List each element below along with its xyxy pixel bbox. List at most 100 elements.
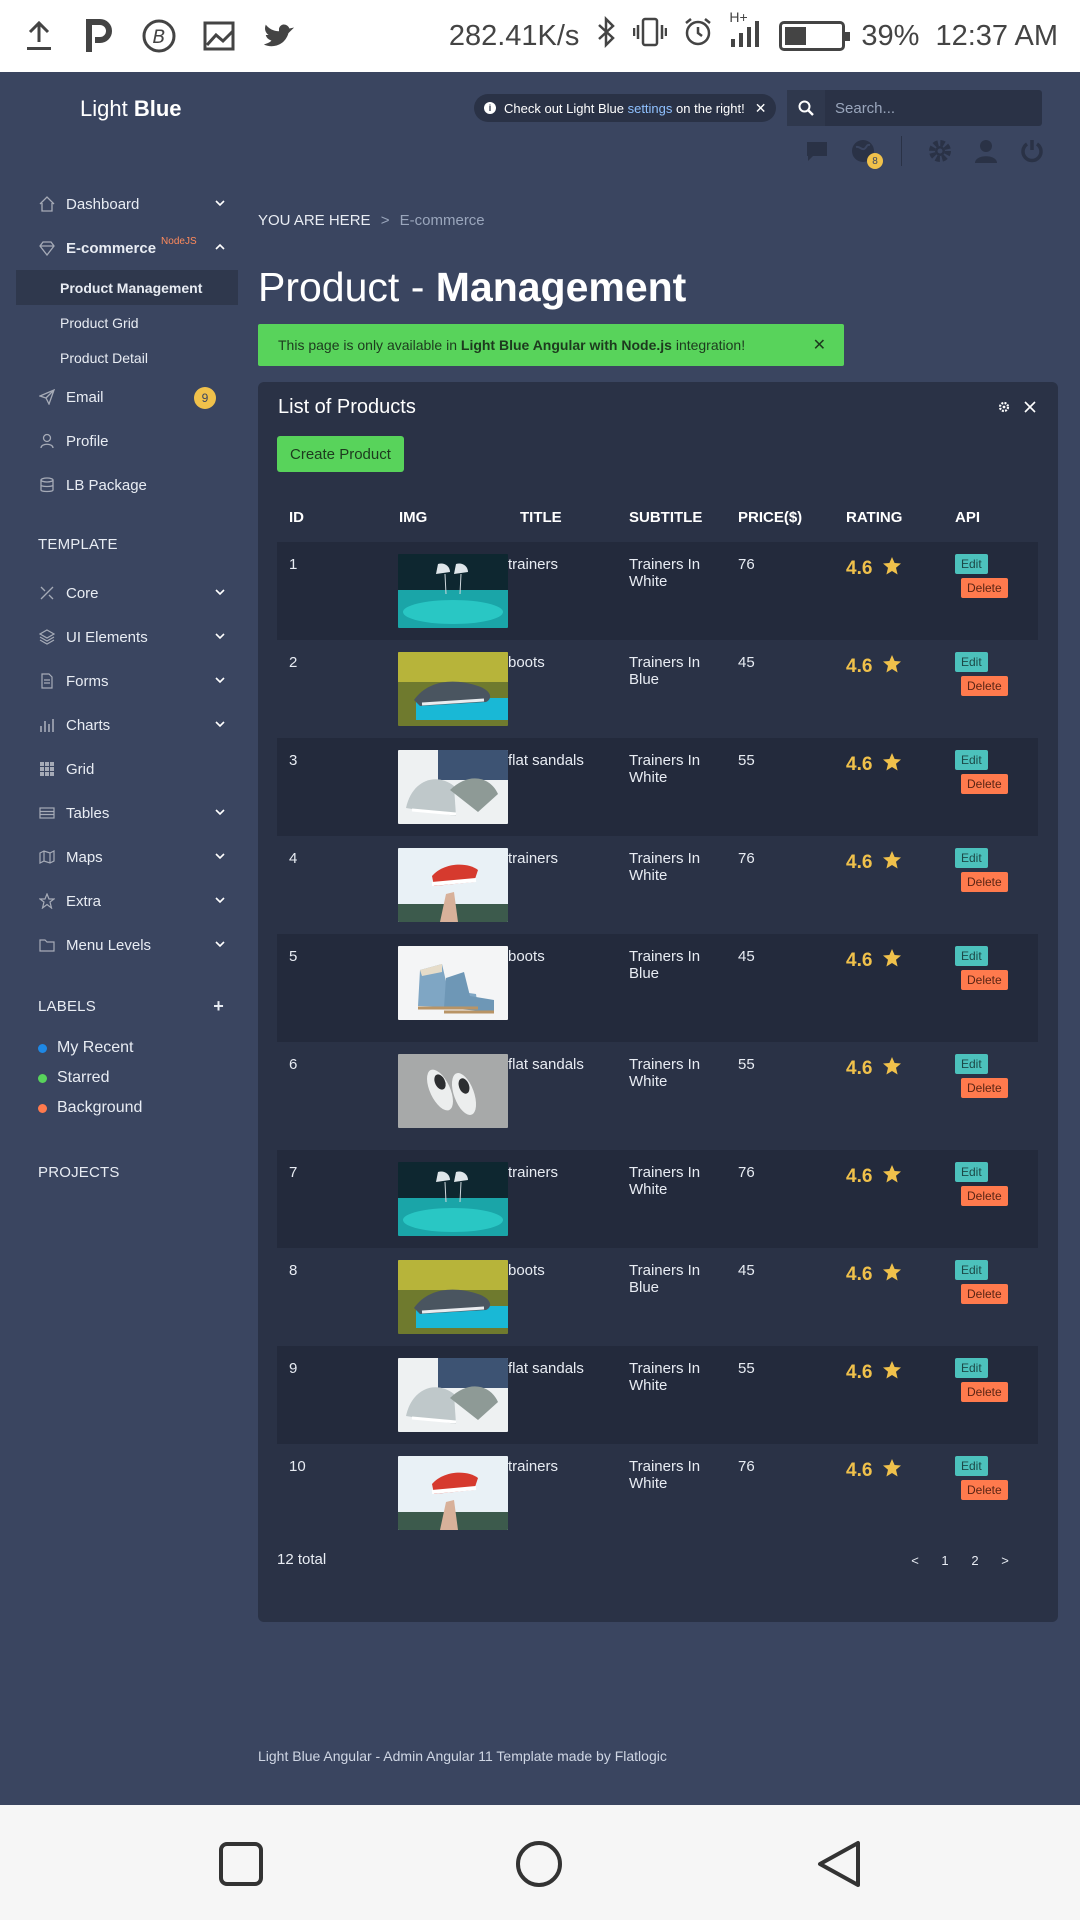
sidebar-item-menu-levels[interactable]: Menu Levels	[16, 923, 238, 967]
edit-button[interactable]: Edit	[955, 652, 988, 672]
svg-text:B: B	[152, 26, 165, 48]
back-icon[interactable]	[814, 1839, 864, 1889]
cell-subtitle: Trainers In Blue	[629, 948, 701, 982]
search-input[interactable]	[825, 90, 1042, 126]
delete-button[interactable]: Delete	[961, 1284, 1008, 1304]
product-thumbnail[interactable]	[398, 848, 508, 922]
sidebar-item-grid[interactable]: Grid	[16, 747, 238, 791]
cell-api: Edit Delete	[943, 738, 1038, 836]
product-thumbnail[interactable]	[398, 1456, 508, 1530]
cell-subtitle: Trainers In White	[629, 850, 701, 884]
notice-close-icon[interactable]: ✕	[755, 100, 767, 117]
cell-title: trainers	[508, 1458, 559, 1475]
sidebar-item-core[interactable]: Core	[16, 571, 238, 615]
sidebar-item-charts[interactable]: Charts	[16, 703, 238, 747]
paper-plane-icon	[38, 388, 56, 406]
image-icon	[202, 19, 236, 53]
edit-button[interactable]: Edit	[955, 1260, 988, 1280]
app-logo[interactable]: Light Blue	[80, 96, 182, 122]
product-thumbnail[interactable]	[398, 554, 508, 628]
sidebar-item-lb-package[interactable]: LB Package	[16, 463, 238, 507]
column-header[interactable]: ID	[277, 492, 387, 542]
add-label-button[interactable]: +	[213, 996, 224, 1017]
sidebar-item-maps[interactable]: Maps	[16, 835, 238, 879]
power-icon[interactable]	[1018, 137, 1046, 165]
globe-icon[interactable]: 8	[849, 137, 883, 169]
label-starred[interactable]: Starred	[16, 1063, 238, 1093]
cell-subtitle: Trainers In Blue	[629, 654, 701, 688]
close-icon[interactable]	[1024, 400, 1036, 418]
sidebar-item-product-detail[interactable]: Product Detail	[16, 340, 238, 375]
home-button-icon[interactable]	[514, 1839, 564, 1889]
user-icon[interactable]	[972, 137, 1000, 165]
delete-button[interactable]: Delete	[961, 1078, 1008, 1098]
delete-button[interactable]: Delete	[961, 676, 1008, 696]
next-page-button[interactable]: >	[998, 1553, 1012, 1568]
column-header[interactable]: PRICE($)	[726, 492, 834, 542]
column-header[interactable]: SUBTITLE	[617, 492, 726, 542]
cell-id: 8	[289, 1262, 298, 1279]
bluetooth-icon	[595, 15, 617, 56]
product-thumbnail[interactable]	[398, 1358, 508, 1432]
sidebar-item-ecommerce[interactable]: E-commerce NodeJS	[16, 226, 238, 270]
delete-button[interactable]: Delete	[961, 774, 1008, 794]
gear-icon[interactable]	[926, 137, 954, 165]
prev-page-button[interactable]: <	[908, 1553, 922, 1568]
breadcrumb-current[interactable]: E-commerce	[400, 212, 485, 229]
edit-button[interactable]: Edit	[955, 1358, 988, 1378]
search-icon[interactable]	[787, 90, 825, 126]
delete-button[interactable]: Delete	[961, 872, 1008, 892]
sidebar-item-ui-elements[interactable]: UI Elements	[16, 615, 238, 659]
product-thumbnail[interactable]	[398, 1260, 508, 1334]
product-thumbnail[interactable]	[398, 946, 508, 1020]
sidebar-item-forms[interactable]: Forms	[16, 659, 238, 703]
cog-icon[interactable]	[998, 400, 1010, 418]
messages-icon[interactable]	[803, 137, 831, 165]
recents-icon[interactable]	[216, 1839, 266, 1889]
delete-button[interactable]: Delete	[961, 1480, 1008, 1500]
create-product-button[interactable]: Create Product	[277, 436, 404, 472]
product-thumbnail[interactable]	[398, 750, 508, 824]
edit-button[interactable]: Edit	[955, 1054, 988, 1074]
cell-id: 9	[289, 1360, 298, 1377]
cell-subtitle: Trainers In White	[629, 752, 701, 786]
sidebar-item-product-grid[interactable]: Product Grid	[16, 305, 238, 340]
sidebar-item-dashboard[interactable]: Dashboard	[16, 182, 238, 226]
edit-button[interactable]: Edit	[955, 750, 988, 770]
sidebar-item-product-management[interactable]: Product Management	[16, 270, 238, 305]
edit-button[interactable]: Edit	[955, 554, 988, 574]
alert-close-icon[interactable]: ✕	[813, 335, 826, 355]
sidebar-item-tables[interactable]: Tables	[16, 791, 238, 835]
settings-link[interactable]: settings	[628, 101, 673, 116]
product-thumbnail[interactable]	[398, 652, 508, 726]
column-header[interactable]: RATING	[834, 492, 943, 542]
product-thumbnail[interactable]	[398, 1054, 508, 1128]
divider	[901, 136, 902, 166]
column-header[interactable]: API	[943, 492, 1038, 542]
column-header[interactable]: TITLE	[508, 492, 617, 542]
cell-rating: 4.6	[834, 836, 943, 934]
delete-button[interactable]: Delete	[961, 970, 1008, 990]
page-1-button[interactable]: 1	[938, 1553, 952, 1568]
table-row: 3 flat sandals Trainers In White 55 4.6 Edit D…	[277, 738, 1038, 836]
edit-button[interactable]: Edit	[955, 1162, 988, 1182]
upload-icon	[22, 19, 56, 53]
delete-button[interactable]: Delete	[961, 578, 1008, 598]
delete-button[interactable]: Delete	[961, 1382, 1008, 1402]
tools-icon	[38, 584, 56, 602]
edit-button[interactable]: Edit	[955, 946, 988, 966]
page-2-button[interactable]: 2	[968, 1553, 982, 1568]
breadcrumb: YOU ARE HERE > E-commerce	[258, 212, 485, 229]
edit-button[interactable]: Edit	[955, 848, 988, 868]
edit-button[interactable]: Edit	[955, 1456, 988, 1476]
label-my-recent[interactable]: My Recent	[16, 1033, 238, 1063]
sidebar-item-profile[interactable]: Profile	[16, 419, 238, 463]
product-thumbnail[interactable]	[398, 1162, 508, 1236]
sidebar-item-email[interactable]: Email 9	[16, 375, 238, 419]
label-background[interactable]: Background	[16, 1093, 238, 1123]
label-dot	[38, 1043, 47, 1053]
rating-value: 4.6	[846, 558, 873, 579]
sidebar-item-extra[interactable]: Extra	[16, 879, 238, 923]
column-header[interactable]: IMG	[387, 492, 508, 542]
delete-button[interactable]: Delete	[961, 1186, 1008, 1206]
